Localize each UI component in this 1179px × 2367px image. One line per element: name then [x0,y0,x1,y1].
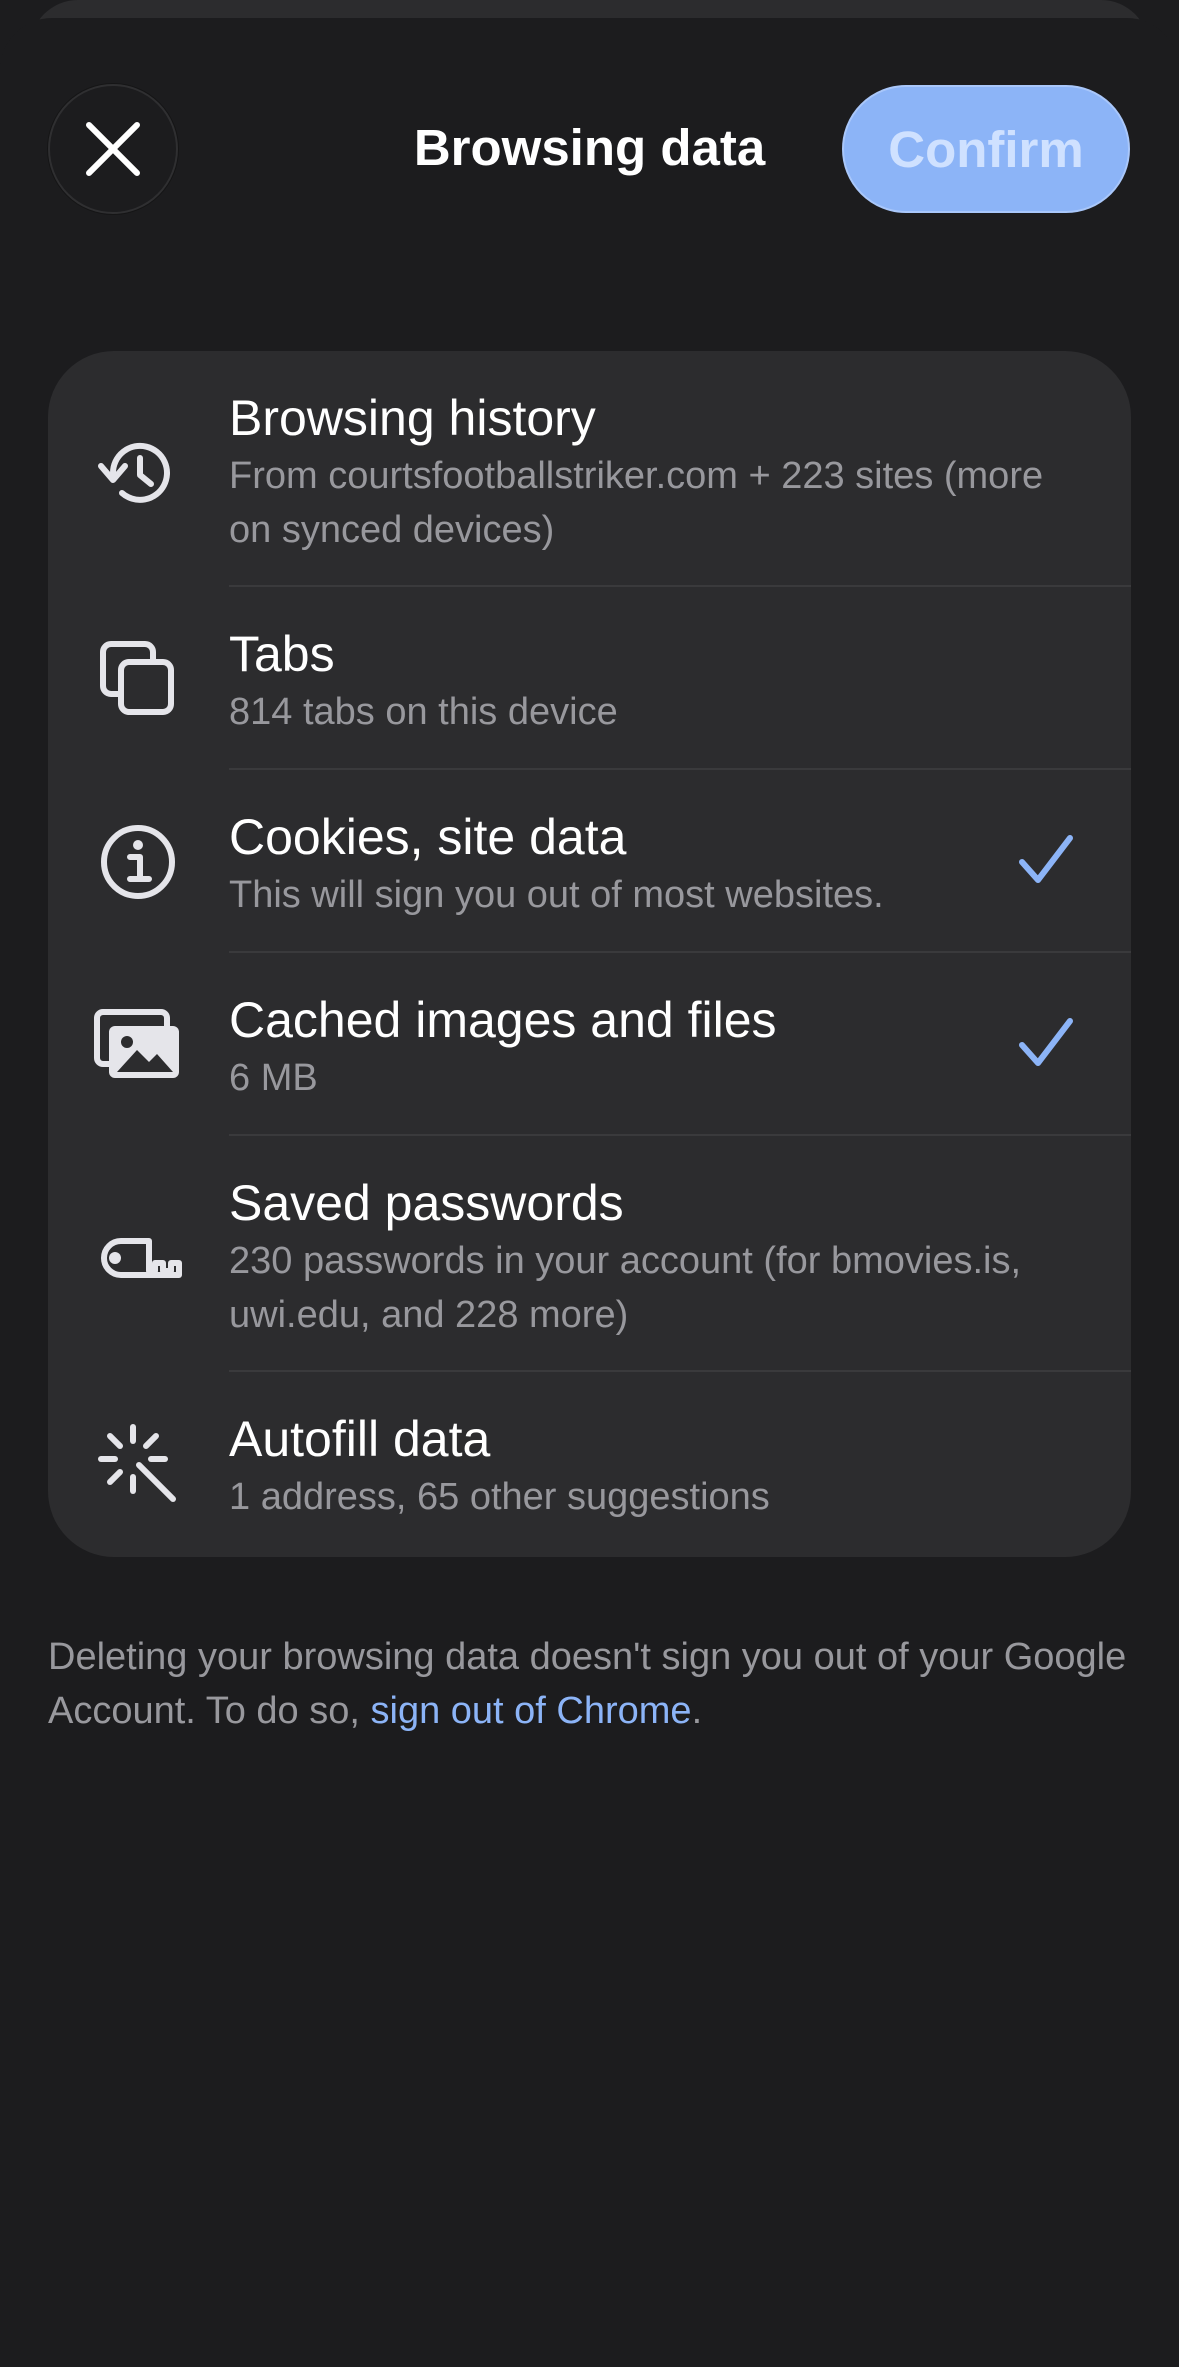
list-item-saved-passwords[interactable]: Saved passwords 230 passwords in your ac… [48,1136,1131,1372]
sign-out-link[interactable]: sign out of Chrome [371,1690,692,1732]
list-item-cached-images[interactable]: Cached images and files 6 MB [48,953,1131,1136]
item-label: Autofill data [229,1411,491,1467]
key-icon [88,1208,188,1308]
item-description: 1 address, 65 other suggestions [229,1476,770,1518]
list-item-browsing-history[interactable]: Browsing history From courtsfootballstri… [48,351,1131,587]
footer-text-end: . [691,1690,703,1732]
history-icon [88,423,188,523]
item-label: Cookies, site data [229,809,627,865]
images-icon [88,995,188,1095]
list-item-tabs[interactable]: Tabs 814 tabs on this device [48,587,1131,770]
checkmark-icon [1019,835,1073,883]
item-description: This will sign you out of most websites. [229,874,884,916]
item-label: Tabs [229,626,335,682]
bottom-sheet: Browsing data Confirm Browsing history F… [0,18,1179,2367]
data-types-card: Browsing history From courtsfootballstri… [48,351,1131,1557]
item-description: 230 passwords in your account (for bmovi… [229,1240,1022,1336]
confirm-button[interactable]: Confirm [842,85,1130,213]
info-icon [88,812,188,912]
tabs-icon [88,629,188,729]
footer-note: Deleting your browsing data doesn't sign… [48,1630,1138,1738]
checkmark-icon [1019,1018,1073,1066]
item-description: 814 tabs on this device [229,691,618,733]
item-label: Cached images and files [229,992,777,1048]
item-label: Browsing history [229,390,596,446]
item-description: 6 MB [229,1057,318,1099]
item-label: Saved passwords [229,1175,624,1231]
magic-wand-icon [88,1414,188,1514]
item-description: From courtsfootballstriker.com + 223 sit… [229,455,1044,551]
list-item-autofill[interactable]: Autofill data 1 address, 65 other sugges… [48,1372,1131,1557]
list-item-cookies[interactable]: Cookies, site data This will sign you ou… [48,770,1131,953]
